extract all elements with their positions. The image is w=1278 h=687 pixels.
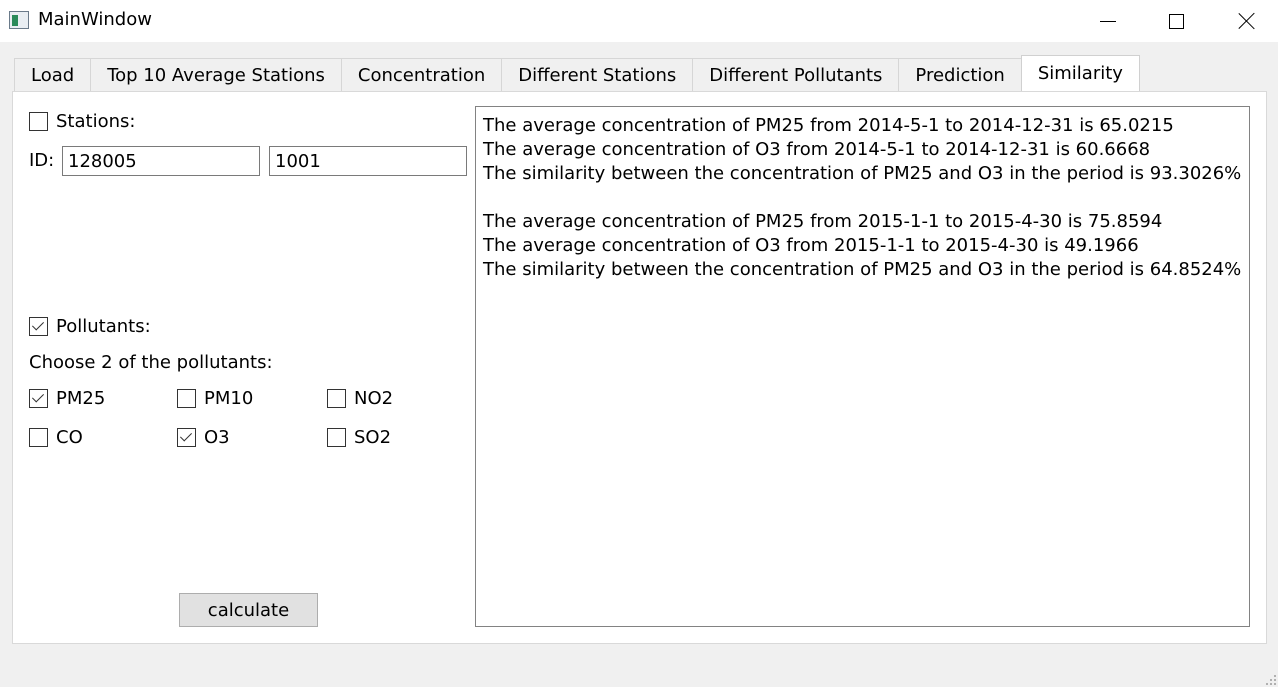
result-line: The average concentration of O3 from 201… [483, 235, 1139, 256]
window-title: MainWindow [38, 9, 152, 30]
result-line [483, 186, 1242, 210]
o3-label: O3 [204, 427, 230, 448]
stations-label: Stations: [56, 111, 136, 132]
co-label: CO [56, 427, 83, 448]
result-line: The average concentration of O3 from 201… [483, 139, 1151, 160]
close-icon [1239, 13, 1255, 29]
resize-grip[interactable] [1266, 675, 1276, 685]
station-id-input-1[interactable] [62, 146, 260, 176]
result-line: The average concentration of PM25 from 2… [483, 115, 1174, 136]
stations-checkbox[interactable] [29, 112, 48, 131]
tab-bar: Load Top 10 Average Stations Concentrati… [14, 55, 1140, 91]
pm10-checkbox[interactable] [177, 389, 196, 408]
tab-load[interactable]: Load [14, 58, 92, 91]
co-checkbox[interactable] [29, 428, 48, 447]
pollutants-checkbox[interactable] [29, 317, 48, 336]
pm25-label: PM25 [56, 388, 106, 409]
pollutants-label: Pollutants: [56, 316, 151, 337]
result-line: The similarity between the concentration… [483, 259, 1242, 280]
o3-checkbox[interactable] [177, 428, 196, 447]
no2-label: NO2 [354, 388, 394, 409]
result-line: The similarity between the concentration… [483, 163, 1242, 184]
pm10-label: PM10 [204, 388, 254, 409]
tab-different-stations[interactable]: Different Stations [501, 58, 694, 91]
tab-similarity[interactable]: Similarity [1020, 55, 1140, 91]
maximize-button[interactable] [1141, 0, 1211, 42]
calculate-button[interactable]: calculate [179, 593, 318, 627]
minimize-button[interactable] [1073, 0, 1143, 42]
title-bar: MainWindow [0, 0, 1278, 42]
tab-top-10-average-stations[interactable]: Top 10 Average Stations [90, 58, 342, 91]
result-line: The average concentration of PM25 from 2… [483, 211, 1163, 232]
similarity-panel: Stations: ID: Pollutants: Choose 2 of th… [12, 91, 1267, 644]
minimize-icon [1100, 20, 1116, 22]
no2-checkbox[interactable] [327, 389, 346, 408]
tab-prediction[interactable]: Prediction [898, 58, 1022, 91]
app-icon [9, 11, 29, 29]
results-text-area[interactable]: The average concentration of PM25 from 2… [475, 106, 1250, 627]
pm25-checkbox[interactable] [29, 389, 48, 408]
tab-concentration[interactable]: Concentration [340, 58, 503, 91]
tab-different-pollutants[interactable]: Different Pollutants [692, 58, 900, 91]
so2-checkbox[interactable] [327, 428, 346, 447]
choose-pollutants-label: Choose 2 of the pollutants: [29, 352, 273, 373]
close-button[interactable] [1212, 0, 1278, 42]
maximize-icon [1168, 13, 1184, 29]
station-id-input-2[interactable] [269, 146, 467, 176]
id-label: ID: [29, 150, 55, 171]
so2-label: SO2 [354, 427, 392, 448]
